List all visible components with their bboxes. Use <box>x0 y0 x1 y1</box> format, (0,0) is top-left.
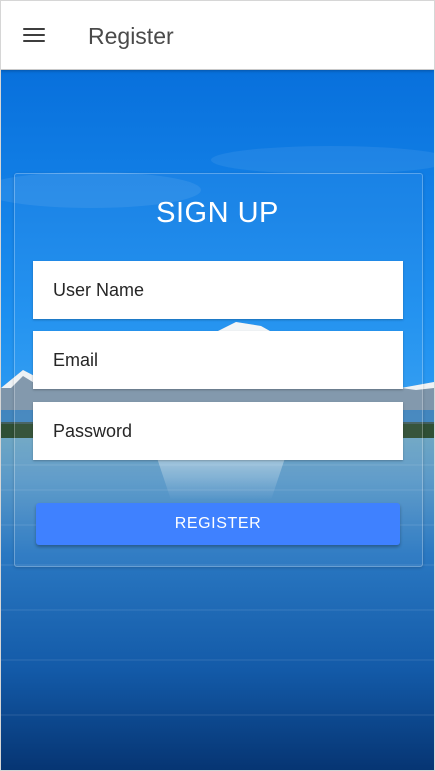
hamburger-menu-icon[interactable] <box>21 23 47 47</box>
username-field-container <box>33 261 403 319</box>
menu-icon-line <box>23 28 45 31</box>
app-bar: Register <box>1 1 434 70</box>
username-input[interactable] <box>33 261 403 319</box>
menu-icon-line <box>23 40 45 43</box>
app-window: Register SIGN UP User Name Email REGISTE… <box>0 0 435 771</box>
email-field-container <box>33 331 403 389</box>
password-input[interactable] <box>33 402 403 460</box>
page-title: Register <box>88 23 174 49</box>
email-input[interactable] <box>33 331 403 389</box>
password-field-container <box>33 402 403 460</box>
register-button[interactable]: REGISTER <box>36 503 400 545</box>
menu-icon-line <box>23 34 45 37</box>
signup-heading: SIGN UP <box>156 197 279 229</box>
